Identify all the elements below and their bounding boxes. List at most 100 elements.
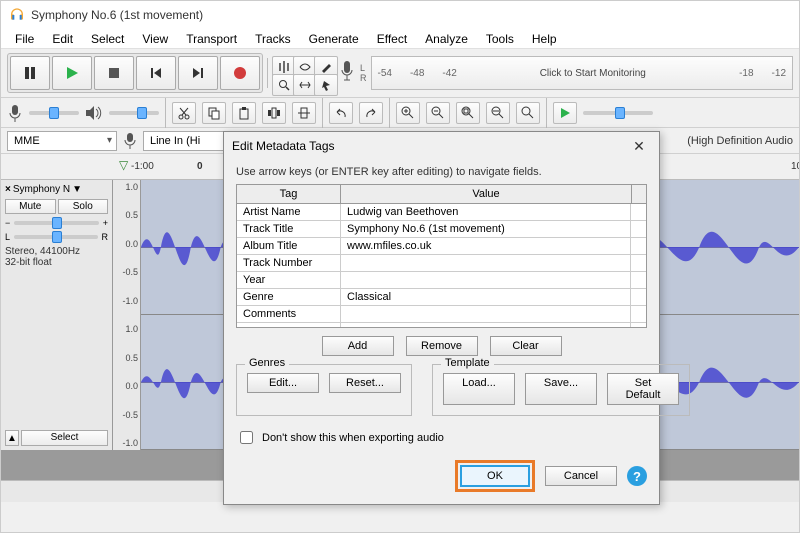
dont-show-label: Don't show this when exporting audio xyxy=(262,432,444,444)
cancel-button[interactable]: Cancel xyxy=(545,466,617,486)
play-button[interactable] xyxy=(52,56,92,90)
ok-highlight: OK xyxy=(455,460,535,492)
meter-tick: -48 xyxy=(410,68,424,79)
menu-tracks[interactable]: Tracks xyxy=(247,30,299,48)
cut-icon[interactable] xyxy=(172,102,196,124)
solo-button[interactable]: Solo xyxy=(58,199,109,214)
value-cell[interactable] xyxy=(341,272,631,288)
track-name[interactable]: Symphony N xyxy=(13,184,70,195)
paste-icon[interactable] xyxy=(232,102,256,124)
help-button[interactable]: ? xyxy=(627,466,647,486)
play-at-speed-icon[interactable] xyxy=(553,102,577,124)
collapse-button[interactable]: ▲ xyxy=(5,430,19,446)
titlebar: Symphony No.6 (1st movement) xyxy=(1,1,799,29)
meter-tick: -12 xyxy=(772,68,786,79)
pan-left: L xyxy=(5,232,10,242)
genres-reset-button[interactable]: Reset... xyxy=(329,373,401,393)
silence-icon[interactable] xyxy=(292,102,316,124)
gain-slider[interactable] xyxy=(14,221,98,225)
fit-project-icon[interactable] xyxy=(486,102,510,124)
tag-cell[interactable]: Artist Name xyxy=(237,204,341,220)
tag-cell[interactable]: Track Number xyxy=(237,255,341,271)
genres-edit-button[interactable]: Edit... xyxy=(247,373,319,393)
tag-cell[interactable]: Year xyxy=(237,272,341,288)
value-cell[interactable]: Symphony No.6 (1st movement) xyxy=(341,221,631,237)
value-cell[interactable] xyxy=(341,323,631,327)
skip-start-button[interactable] xyxy=(136,56,176,90)
track-info: Stereo, 44100Hz 32-bit float xyxy=(5,246,108,268)
add-button[interactable]: Add xyxy=(322,336,394,356)
track-close-button[interactable]: × xyxy=(5,184,11,195)
dont-show-checkbox[interactable] xyxy=(240,431,253,444)
gain-minus: − xyxy=(5,218,10,228)
value-cell[interactable] xyxy=(341,255,631,271)
gain-plus: + xyxy=(103,218,108,228)
template-load-button[interactable]: Load... xyxy=(443,373,515,405)
menu-select[interactable]: Select xyxy=(83,30,132,48)
fit-selection-icon[interactable] xyxy=(456,102,480,124)
divider xyxy=(546,98,547,128)
table-row[interactable] xyxy=(237,323,646,327)
remove-button[interactable]: Remove xyxy=(406,336,478,356)
table-row[interactable]: Track TitleSymphony No.6 (1st movement) xyxy=(237,221,646,238)
pan-slider[interactable] xyxy=(14,235,97,239)
copy-icon[interactable] xyxy=(202,102,226,124)
playhead-icon[interactable]: ▽ xyxy=(119,158,128,172)
menu-file[interactable]: File xyxy=(7,30,42,48)
record-button[interactable] xyxy=(220,56,260,90)
trim-icon[interactable] xyxy=(262,102,286,124)
track-menu-chevron-icon[interactable]: ▼ xyxy=(72,184,82,195)
zoom-in-icon[interactable] xyxy=(396,102,420,124)
menu-generate[interactable]: Generate xyxy=(301,30,367,48)
track-control-panel: × Symphony N ▼ Mute Solo − + L R Stereo,… xyxy=(1,180,113,450)
dialog-close-button[interactable]: ✕ xyxy=(627,136,651,156)
meter-tick: -18 xyxy=(739,68,753,79)
zoom-toggle-icon[interactable] xyxy=(516,102,540,124)
menu-transport[interactable]: Transport xyxy=(178,30,245,48)
undo-icon[interactable] xyxy=(329,102,353,124)
redo-icon[interactable] xyxy=(359,102,383,124)
value-cell[interactable]: Classical xyxy=(341,289,631,305)
menu-edit[interactable]: Edit xyxy=(44,30,81,48)
track-select-button[interactable]: Select xyxy=(21,430,108,446)
tag-cell[interactable]: Comments xyxy=(237,306,341,322)
menu-effect[interactable]: Effect xyxy=(369,30,415,48)
skip-end-button[interactable] xyxy=(178,56,218,90)
table-row[interactable]: Album Titlewww.mfiles.co.uk xyxy=(237,238,646,255)
menu-help[interactable]: Help xyxy=(524,30,565,48)
menu-analyze[interactable]: Analyze xyxy=(417,30,476,48)
play-device-label: (High Definition Audio xyxy=(687,135,793,147)
template-save-button[interactable]: Save... xyxy=(525,373,597,405)
menu-view[interactable]: View xyxy=(134,30,176,48)
meter-tick: -54 xyxy=(378,68,392,79)
recording-meter[interactable]: -54 -48 -42 Click to Start Monitoring -1… xyxy=(371,56,794,90)
table-row[interactable]: Track Number xyxy=(237,255,646,272)
multi-tool-icon[interactable] xyxy=(314,74,338,96)
mute-button[interactable]: Mute xyxy=(5,199,56,214)
clear-button[interactable]: Clear xyxy=(490,336,562,356)
value-cell[interactable]: www.mfiles.co.uk xyxy=(341,238,631,254)
stop-button[interactable] xyxy=(94,56,134,90)
table-row[interactable]: Artist NameLudwig van Beethoven xyxy=(237,204,646,221)
table-row[interactable]: GenreClassical xyxy=(237,289,646,306)
ok-button[interactable]: OK xyxy=(460,465,530,487)
tag-cell[interactable]: Album Title xyxy=(237,238,341,254)
zoom-out-icon[interactable] xyxy=(426,102,450,124)
table-row[interactable]: Year xyxy=(237,272,646,289)
rec-volume-slider[interactable] xyxy=(29,111,79,115)
tag-cell[interactable]: Genre xyxy=(237,289,341,305)
transport-group xyxy=(7,53,263,93)
tag-cell[interactable]: Track Title xyxy=(237,221,341,237)
value-cell[interactable] xyxy=(341,306,631,322)
app-icon xyxy=(9,7,25,23)
table-row[interactable]: Comments xyxy=(237,306,646,323)
play-speed-slider[interactable] xyxy=(583,111,653,115)
audio-host-combo[interactable]: MME xyxy=(7,131,117,151)
tag-cell[interactable] xyxy=(237,323,341,327)
value-cell[interactable]: Ludwig van Beethoven xyxy=(341,204,631,220)
transport-toolbar: LR -54 -48 -42 Click to Start Monitoring… xyxy=(1,49,799,98)
pause-button[interactable] xyxy=(10,56,50,90)
template-setdefault-button[interactable]: Set Default xyxy=(607,373,679,405)
menu-tools[interactable]: Tools xyxy=(478,30,522,48)
play-volume-slider[interactable] xyxy=(109,111,159,115)
